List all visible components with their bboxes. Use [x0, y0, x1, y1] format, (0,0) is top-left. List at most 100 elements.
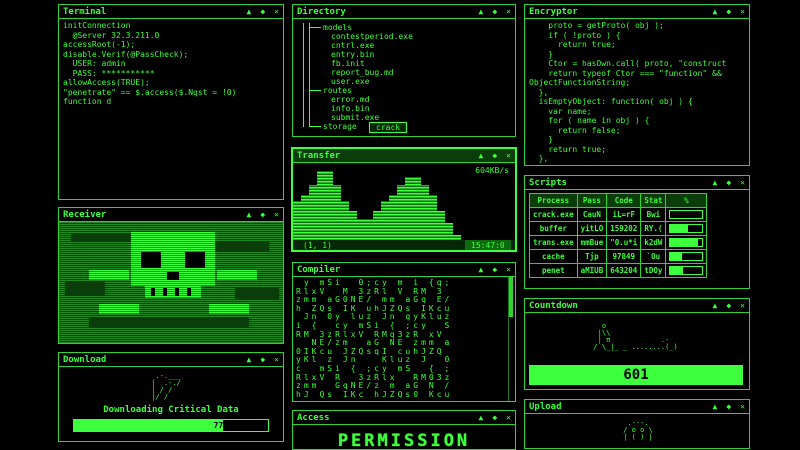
directory-item[interactable]: cntrl.exe [331, 41, 374, 50]
table-cell: Bwi [640, 207, 667, 222]
transfer-title: Transfer [297, 150, 341, 161]
countdown-titlebar[interactable]: Countdown ▲ ◆ ✕ [525, 299, 749, 313]
minimize-icon[interactable]: ▲ [713, 402, 718, 411]
close-icon[interactable]: ✕ [274, 7, 279, 16]
tree-line [309, 23, 310, 127]
receiver-titlebar[interactable]: Receiver ▲ ◆ ✕ [59, 208, 283, 222]
close-icon[interactable]: ✕ [274, 210, 279, 219]
move-icon[interactable]: ◆ [260, 355, 265, 364]
column-header: Code [606, 193, 642, 208]
terminal-line: initConnection [63, 21, 131, 30]
download-titlebar[interactable]: Download ▲ ◆ ✕ [59, 353, 283, 367]
directory-item[interactable]: error.md [331, 95, 370, 104]
upload-titlebar[interactable]: Upload ▲ ◆ ✕ [525, 400, 749, 414]
download-progress-bar: 77% [73, 419, 269, 432]
table-cell: tDOy [640, 263, 667, 278]
encryptor-titlebar[interactable]: Encryptor ▲ ◆ ✕ [525, 5, 749, 19]
table-cell: trans.exe [529, 235, 578, 250]
minimize-icon[interactable]: ▲ [479, 265, 484, 274]
compiler-scrollbar[interactable] [508, 277, 513, 401]
close-icon[interactable]: ✕ [740, 301, 745, 310]
minimize-icon[interactable]: ▲ [479, 413, 484, 422]
close-icon[interactable]: ✕ [506, 413, 511, 422]
move-icon[interactable]: ◆ [726, 7, 731, 16]
terminal-title: Terminal [63, 6, 107, 17]
encryptor-line: if ( !proto ) { [529, 30, 621, 40]
terminal-line: @Server 32.3.211.0 [63, 30, 160, 40]
minimize-icon[interactable]: ▲ [713, 301, 718, 310]
directory-item[interactable]: report_bug.md [331, 68, 394, 77]
access-window: Access ▲ ◆ ✕ PERMISSION [292, 410, 516, 450]
encryptor-line: proto = getProto( obj ); [529, 21, 664, 30]
move-icon[interactable]: ◆ [492, 265, 497, 274]
directory-item[interactable]: fb.init [331, 59, 365, 68]
table-cell: RY.( [640, 221, 667, 236]
directory-item[interactable]: entry.bin [331, 50, 374, 59]
directory-item[interactable]: contestperiod.exe [331, 32, 413, 41]
directory-window: Directory ▲ ◆ ✕ models contestperiod.exe cnt… [292, 4, 516, 137]
table-row[interactable]: penet aMIUB 643204 tDOy [529, 263, 708, 278]
directory-item[interactable]: models [323, 23, 352, 32]
directory-item[interactable]: routes [323, 86, 352, 95]
terminal-line: USER: admin [63, 59, 126, 68]
terminal-titlebar[interactable]: Terminal ▲ ◆ ✕ [59, 5, 283, 19]
terminal-output: initConnection @Server 32.3.211.0 accessR… [59, 19, 283, 109]
move-icon[interactable]: ◆ [260, 7, 265, 16]
move-icon[interactable]: ◆ [492, 413, 497, 422]
close-icon[interactable]: ✕ [740, 178, 745, 187]
close-icon[interactable]: ✕ [506, 265, 511, 274]
close-icon[interactable]: ✕ [506, 151, 511, 160]
access-titlebar[interactable]: Access ▲ ◆ ✕ [293, 411, 515, 425]
table-row[interactable]: trans.exe mmBue "0.u*i k2dW [529, 235, 708, 250]
countdown-value: 601 [529, 365, 743, 385]
move-icon[interactable]: ◆ [726, 301, 731, 310]
directory-item[interactable]: storage [323, 122, 357, 131]
row-progress-bar [669, 252, 704, 262]
table-cell: "0.u*i [606, 235, 642, 250]
directory-item[interactable]: submit.exe [331, 113, 379, 122]
directory-item[interactable]: user.exe [331, 77, 370, 86]
skull-image [59, 222, 283, 343]
encryptor-window: Encryptor ▲ ◆ ✕ proto = getProto( obj ); i… [524, 4, 750, 166]
download-progress-fill [74, 420, 224, 431]
row-progress-fill [670, 225, 688, 233]
table-cell: Tjp [576, 249, 608, 264]
minimize-icon[interactable]: ▲ [479, 7, 484, 16]
scripts-titlebar[interactable]: Scripts ▲ ◆ ✕ [525, 176, 749, 190]
minimize-icon[interactable]: ▲ [247, 7, 252, 16]
terminal-line: accessRoot(-1); [63, 40, 136, 49]
move-icon[interactable]: ◆ [260, 210, 265, 219]
close-icon[interactable]: ✕ [740, 402, 745, 411]
table-row[interactable]: crack.exe CauN iL=rF Bwi [529, 207, 708, 222]
table-cell: crack.exe [529, 207, 578, 222]
transfer-area [293, 171, 469, 250]
transfer-rate: 604KB/s [475, 166, 509, 175]
move-icon[interactable]: ◆ [492, 7, 497, 16]
directory-tree: models contestperiod.exe cntrl.exe entry.bi… [293, 19, 515, 136]
column-header: Stat [640, 193, 667, 208]
move-icon[interactable]: ◆ [492, 151, 497, 160]
minimize-icon[interactable]: ▲ [479, 151, 484, 160]
directory-item[interactable]: info.bin [331, 104, 370, 113]
encryptor-line: }, [529, 87, 549, 97]
table-row[interactable]: cache Tjp 97849 `Ou [529, 249, 708, 264]
move-icon[interactable]: ◆ [726, 178, 731, 187]
compiler-titlebar[interactable]: Compiler ▲ ◆ ✕ [293, 263, 515, 277]
minimize-icon[interactable]: ▲ [247, 355, 252, 364]
row-progress-bar [669, 210, 704, 220]
minimize-icon[interactable]: ▲ [713, 7, 718, 16]
close-icon[interactable]: ✕ [740, 7, 745, 16]
encryptor-line: var name; [529, 106, 592, 116]
close-icon[interactable]: ✕ [506, 7, 511, 16]
transfer-coords: (1, 1) [303, 241, 332, 250]
close-icon[interactable]: ✕ [274, 355, 279, 364]
table-row[interactable]: buffer yitLO 159202 RY.( [529, 221, 708, 236]
minimize-icon[interactable]: ▲ [713, 178, 718, 187]
column-header: Process [529, 193, 578, 208]
minimize-icon[interactable]: ▲ [247, 210, 252, 219]
directory-titlebar[interactable]: Directory ▲ ◆ ✕ [293, 5, 515, 19]
table-cell: penet [529, 263, 578, 278]
transfer-titlebar[interactable]: Transfer ▲ ◆ ✕ [293, 149, 515, 163]
move-icon[interactable]: ◆ [726, 402, 731, 411]
directory-item-selected[interactable]: crack [369, 122, 408, 133]
